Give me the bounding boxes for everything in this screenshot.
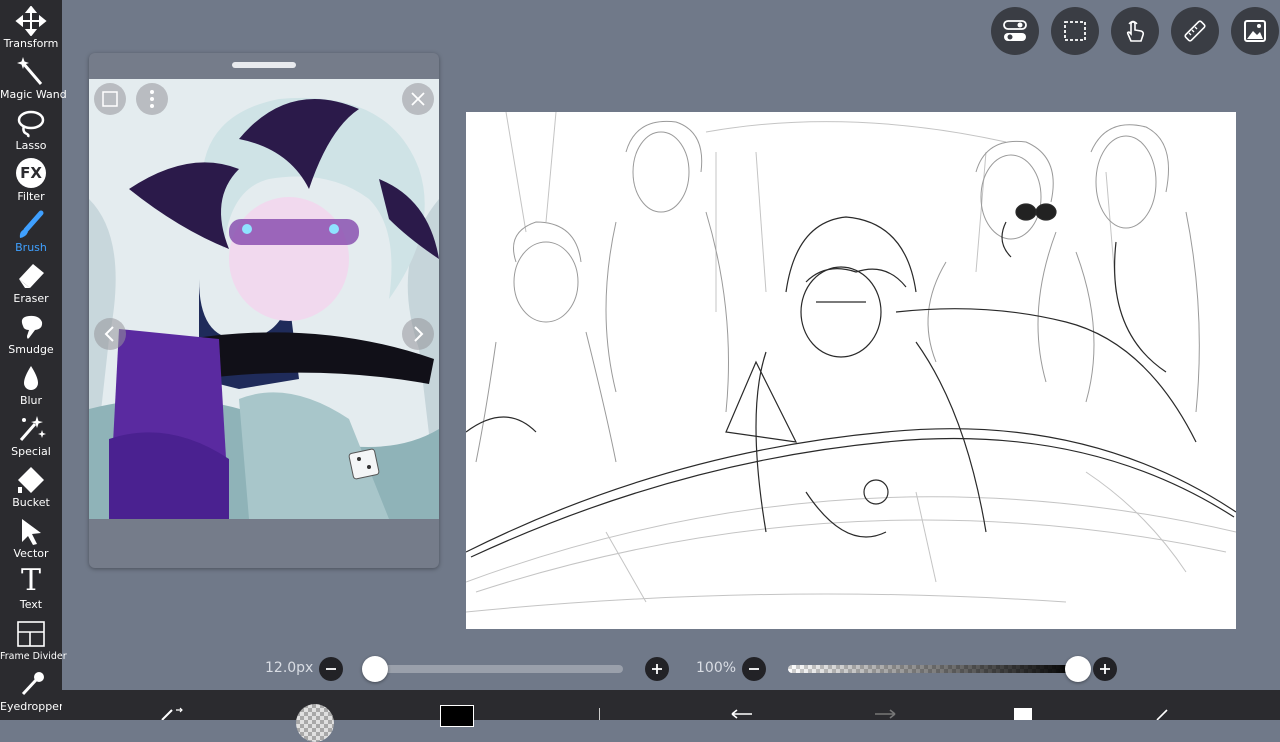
tool-filter[interactable]: FX Filter (0, 155, 62, 206)
next-arrow-icon (414, 326, 424, 342)
selection-button[interactable] (1051, 7, 1099, 55)
smudge-icon (21, 315, 43, 339)
brush-icon (19, 210, 44, 238)
tool-magic-wand[interactable]: Magic Wand (0, 53, 67, 104)
toggle-settings-icon (1003, 20, 1027, 41)
opacity-value: 100% (696, 660, 737, 676)
tool-label: Blur (19, 394, 43, 407)
tool-label: Magic Wand (0, 88, 67, 101)
brush-settings-icon[interactable] (160, 706, 188, 720)
sketch-artwork (466, 112, 1236, 613)
reference-frame-icon (102, 91, 118, 107)
tool-frame-divider[interactable]: Frame Divider (0, 614, 67, 665)
blur-drop-icon (24, 366, 38, 390)
text-t-icon: T (15, 563, 47, 598)
opacity-knob[interactable] (1065, 656, 1091, 682)
plus-icon (1100, 664, 1110, 674)
tool-blur[interactable]: Blur (0, 359, 62, 410)
fx-icon: FX (16, 158, 46, 188)
eraser-icon (19, 264, 44, 288)
tool-label: Eraser (13, 292, 49, 305)
tool-label: Vector (13, 547, 49, 560)
divider (599, 708, 600, 720)
tool-brush[interactable]: Brush (0, 206, 62, 257)
plus-icon (652, 664, 662, 674)
tool-label: Special (11, 445, 51, 458)
tool-vector[interactable]: Vector (0, 512, 62, 563)
reference-frame-button[interactable] (94, 83, 126, 115)
ruler-icon (1184, 20, 1206, 42)
tool-label: Lasso (15, 139, 47, 152)
brush-size-knob[interactable] (362, 656, 389, 682)
bucket-icon (18, 467, 44, 493)
tool-smudge[interactable]: Smudge (0, 308, 62, 359)
drawing-canvas[interactable] (466, 112, 1236, 629)
lasso-icon (17, 110, 45, 138)
brush-preview-swatch[interactable] (296, 704, 334, 742)
minus-icon (326, 668, 336, 670)
pointer-arrow-icon (22, 519, 41, 545)
tool-transform[interactable]: Transform (0, 2, 62, 53)
brush-size-value: 12.0px (265, 660, 314, 676)
eyedropper-icon (21, 672, 44, 696)
reference-image (89, 79, 439, 519)
tool-eyedropper[interactable]: Eyedropper (0, 665, 64, 716)
tool-label: Filter (17, 190, 45, 203)
more-menu-icon (150, 90, 154, 108)
reference-window[interactable] (89, 53, 439, 568)
selection-icon (1064, 21, 1086, 41)
reference-drag-handle[interactable] (232, 62, 296, 68)
magic-wand-icon (17, 57, 43, 85)
reference-image-button[interactable] (1231, 7, 1279, 55)
tool-lasso[interactable]: Lasso (0, 104, 62, 155)
redo-icon[interactable] (873, 708, 899, 720)
tool-bucket[interactable]: Bucket (0, 461, 62, 512)
hand-gesture-icon (1126, 20, 1145, 42)
tool-sidebar: Transform Magic Wand Lasso FX Filter Bru… (0, 0, 67, 720)
tool-label: Frame Divider (0, 651, 67, 662)
tool-text[interactable]: T Text (0, 563, 62, 614)
move-arrows-icon (15, 6, 47, 36)
frame-divider-icon (17, 621, 45, 647)
reference-menu-button[interactable] (136, 83, 168, 115)
text-glyph: T (20, 563, 41, 598)
reference-close-button[interactable] (402, 83, 434, 115)
settings-toggle-button[interactable] (991, 7, 1039, 55)
tool-label: Smudge (8, 343, 54, 356)
opacity-slider[interactable] (788, 665, 1078, 673)
reference-artwork (89, 79, 439, 519)
tool-label: Bucket (12, 496, 50, 509)
opacity-increase-button[interactable] (1093, 657, 1117, 681)
reference-prev-button[interactable] (94, 318, 126, 350)
reference-image-icon (1244, 20, 1266, 42)
tool-label: Transform (3, 37, 59, 50)
tool-label: Text (19, 598, 43, 611)
close-icon (411, 92, 425, 106)
gesture-button[interactable] (1111, 7, 1159, 55)
tool-label: Brush (15, 241, 47, 254)
opacity-decrease-button[interactable] (742, 657, 766, 681)
tool-eraser[interactable]: Eraser (0, 257, 62, 308)
sparkle-icon (19, 416, 46, 441)
ruler-button[interactable] (1171, 7, 1219, 55)
fx-glyph: FX (20, 164, 42, 182)
undo-icon[interactable] (728, 708, 754, 720)
brush-size-decrease-button[interactable] (319, 657, 343, 681)
primary-color-swatch[interactable] (440, 705, 474, 727)
reference-next-button[interactable] (402, 318, 434, 350)
brush-size-increase-button[interactable] (645, 657, 669, 681)
collapse-icon[interactable] (1155, 708, 1169, 720)
minus-icon (749, 668, 759, 670)
previous-arrow-icon (104, 326, 114, 342)
bottom-action-bar (62, 690, 1280, 742)
layers-button[interactable] (1014, 708, 1032, 720)
tool-special[interactable]: Special (0, 410, 62, 461)
brush-size-slider[interactable] (365, 665, 623, 673)
tool-label: Eyedropper (0, 700, 64, 713)
